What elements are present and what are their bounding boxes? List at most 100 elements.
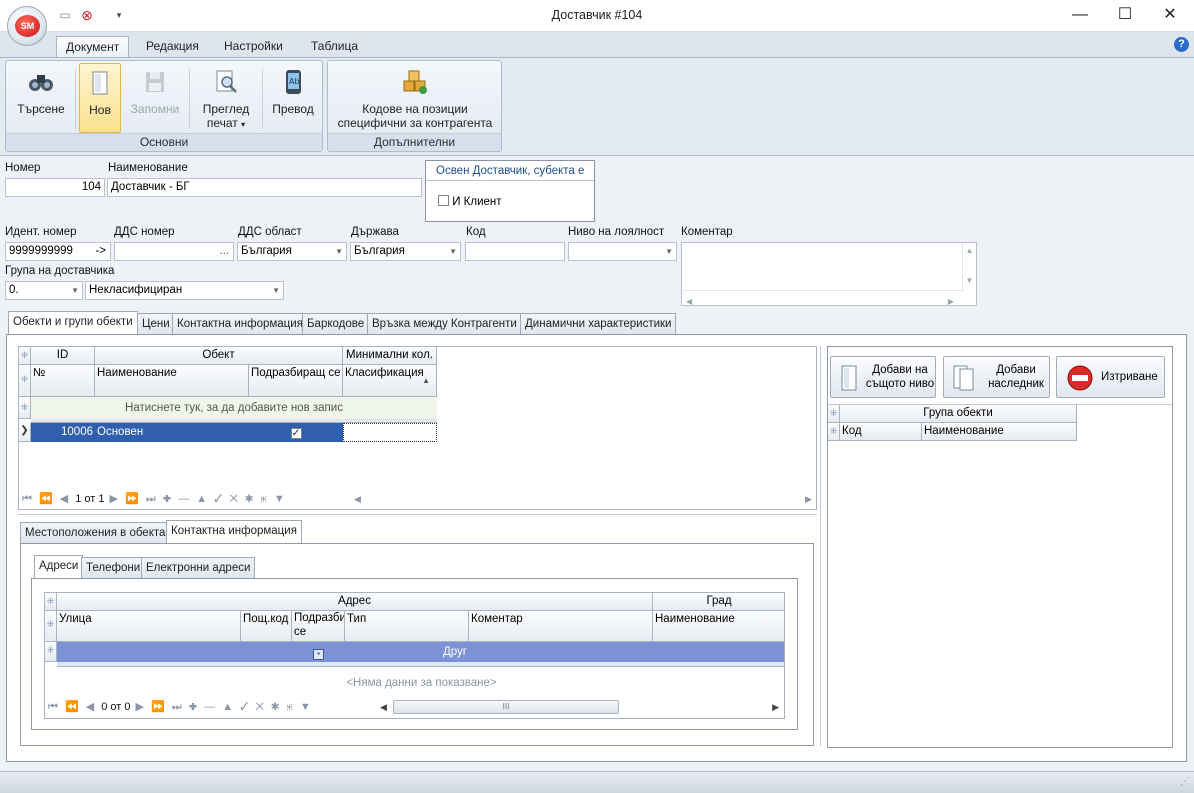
table-row-id[interactable]: 10006 (31, 423, 95, 442)
chevron-down-icon: ▼ (665, 247, 673, 256)
search-button[interactable]: Търсене (10, 63, 72, 133)
supplier-group-label: Група на доставчика (5, 265, 115, 277)
client-checkbox-row[interactable]: И Клиент (438, 195, 502, 208)
table-row-class[interactable] (343, 423, 437, 442)
addresses-navigator[interactable]: ⏮ ⏪ ◀ 0 от 0 ▶ ⏩ ⏭ ✚ — ▲ ✓ ✕ ✱ ⁜ ▼ (48, 698, 313, 716)
vat-label: ДДС номер (114, 226, 175, 238)
objects-navigator[interactable]: ⏮ ⏪ ◀ 1 от 1 ▶ ⏩ ⏭ ✚ — ▲ ✓ ✕ ✱ ⁜ ▼ (22, 490, 287, 508)
number-field[interactable]: 104 (5, 178, 105, 197)
print-preview-icon (216, 70, 237, 93)
status-bar: ⋰ (0, 771, 1194, 793)
col-city-name[interactable]: Наименование (653, 611, 784, 642)
main-tab-strip: Обекти и групи обекти Цени Контактна инф… (6, 311, 1188, 335)
country-label: Държава (351, 226, 399, 238)
splitter-vertical[interactable] (820, 346, 823, 746)
group-name-combo[interactable]: Некласифициран ▼ (85, 281, 284, 300)
col-type[interactable]: Тип (345, 611, 469, 642)
tab-prices[interactable]: Цени (137, 313, 175, 335)
scroll-thumb[interactable]: III (393, 700, 619, 714)
client-checkbox[interactable] (438, 195, 449, 206)
col-default[interactable]: Подразбиращ се (249, 365, 343, 397)
add-same-level-button[interactable]: Добави на същото ниво (830, 356, 936, 398)
col-no[interactable]: № (31, 365, 95, 397)
tab-edit[interactable]: Редакция (137, 36, 208, 58)
number-label: Номер (5, 162, 41, 174)
loyalty-label: Ниво на лоялност (568, 226, 665, 238)
tab-table[interactable]: Таблица (302, 36, 367, 58)
help-icon[interactable]: ? (1174, 37, 1189, 52)
delete-button[interactable]: Изтриване (1056, 356, 1165, 398)
app-menu-button[interactable]: SM (7, 6, 47, 46)
default-checkbox[interactable]: ✓ (290, 428, 302, 439)
add-child-document-icon (953, 365, 974, 391)
tab-document[interactable]: Документ (56, 36, 130, 58)
vat-region-label: ДДС област (238, 226, 302, 238)
tab-locations[interactable]: Местоположения в обекта (20, 522, 171, 544)
code-label: Код (466, 226, 486, 238)
col-zip[interactable]: Пощ.код (241, 611, 292, 642)
table-row-name[interactable]: Основен (95, 423, 249, 442)
vat-ellipsis-button[interactable]: ... (219, 243, 229, 260)
tab-settings[interactable]: Настройки (215, 36, 292, 58)
objects-grid: ⁜ ID Обект Минимални кол. ⁜ № Наименован… (18, 346, 817, 510)
new-button[interactable]: Нов (79, 63, 121, 133)
objects-hscroll[interactable]: ◀ ▶ (351, 490, 815, 508)
new-document-icon (92, 71, 108, 95)
tab-objects[interactable]: Обекти и групи обекти (8, 311, 138, 335)
comment-vscroll[interactable]: ▲ ▼ (962, 243, 976, 291)
vat-field[interactable]: ... (114, 242, 234, 261)
ribbon-tab-bar: Документ Редакция Настройки Таблица (0, 32, 1194, 58)
tab-dynamic-features[interactable]: Динамични характеристики (520, 313, 677, 335)
ident-arrow-button[interactable]: -> (95, 243, 106, 260)
close-button[interactable]: ✕ (1147, 0, 1193, 30)
band-object-group: Група обекти (840, 405, 1077, 423)
besides-title: Освен Доставчик, субекта е (426, 161, 594, 181)
print-preview-button[interactable]: Преглед печат ▾ (194, 63, 258, 133)
col-group-name[interactable]: Наименование (922, 423, 1077, 441)
save-button[interactable]: Запомни (126, 63, 184, 133)
col-code[interactable]: Код (840, 423, 922, 441)
maximize-button[interactable]: ☐ (1102, 0, 1148, 30)
loyalty-combo[interactable]: ▼ (568, 242, 677, 261)
grid-customize-icon[interactable]: ⁜ (19, 347, 31, 365)
code-field[interactable] (465, 242, 565, 261)
translate-icon: Ab (286, 70, 301, 94)
group-code-combo[interactable]: 0. ▼ (5, 281, 83, 300)
col-classification[interactable]: Класификация ▲ (343, 365, 437, 397)
minimize-button[interactable]: — (1057, 0, 1103, 30)
resize-grip-icon[interactable]: ⋰ (1180, 776, 1190, 787)
add-child-button[interactable]: Добави наследник (943, 356, 1050, 398)
boxes-icon (403, 70, 427, 94)
besides-groupbox: Освен Доставчик, субекта е И Клиент (425, 160, 595, 222)
empty-data-text: <Няма данни за показване> (346, 677, 497, 689)
translate-button[interactable]: Ab Превод (267, 63, 319, 133)
tab-sub-contact-info[interactable]: Контактна информация (166, 520, 302, 544)
tab-partner-links[interactable]: Връзка между Контрагенти (367, 313, 522, 335)
tab-barcodes[interactable]: Баркодове (302, 313, 370, 335)
ident-field[interactable]: 9999999999 -> (5, 242, 111, 261)
chevron-down-icon: ▼ (335, 247, 343, 256)
splitter-horizontal[interactable] (18, 514, 817, 517)
comment-field[interactable]: ▲ ▼ ◀ ▶ (681, 242, 977, 306)
name-field[interactable]: Доставчик - БГ (107, 178, 422, 197)
new-row-hint[interactable]: Натиснете тук, за да добавите нов запис (31, 397, 437, 419)
comment-hscroll[interactable]: ◀ ▶ (682, 290, 962, 305)
vat-region-combo[interactable]: България ▼ (237, 242, 347, 261)
tab-phones[interactable]: Телефони (81, 557, 146, 579)
col-default[interactable]: Подразбиращ се (292, 611, 345, 642)
col-street[interactable]: Улица (57, 611, 241, 642)
col-comment[interactable]: Коментар (469, 611, 653, 642)
tab-emails[interactable]: Електронни адреси (141, 557, 256, 579)
sort-asc-icon: ▲ (422, 376, 430, 385)
table-row-default[interactable]: ✓ (249, 423, 343, 442)
partner-codes-button[interactable]: Кодове на позиции специфични за контраге… (332, 63, 498, 133)
addresses-hscroll[interactable]: ◀ III ▶ (377, 698, 784, 716)
tab-contact-info[interactable]: Контактна информация (172, 313, 308, 335)
country-combo[interactable]: България ▼ (350, 242, 461, 261)
col-name[interactable]: Наименование (95, 365, 249, 397)
band-city: Град (653, 593, 784, 611)
band-object: Обект (95, 347, 343, 365)
tab-addresses[interactable]: Адреси (34, 555, 84, 579)
address-default-checkbox[interactable]: ▪ (292, 644, 345, 660)
address-type-cell[interactable]: Друг (345, 642, 469, 662)
